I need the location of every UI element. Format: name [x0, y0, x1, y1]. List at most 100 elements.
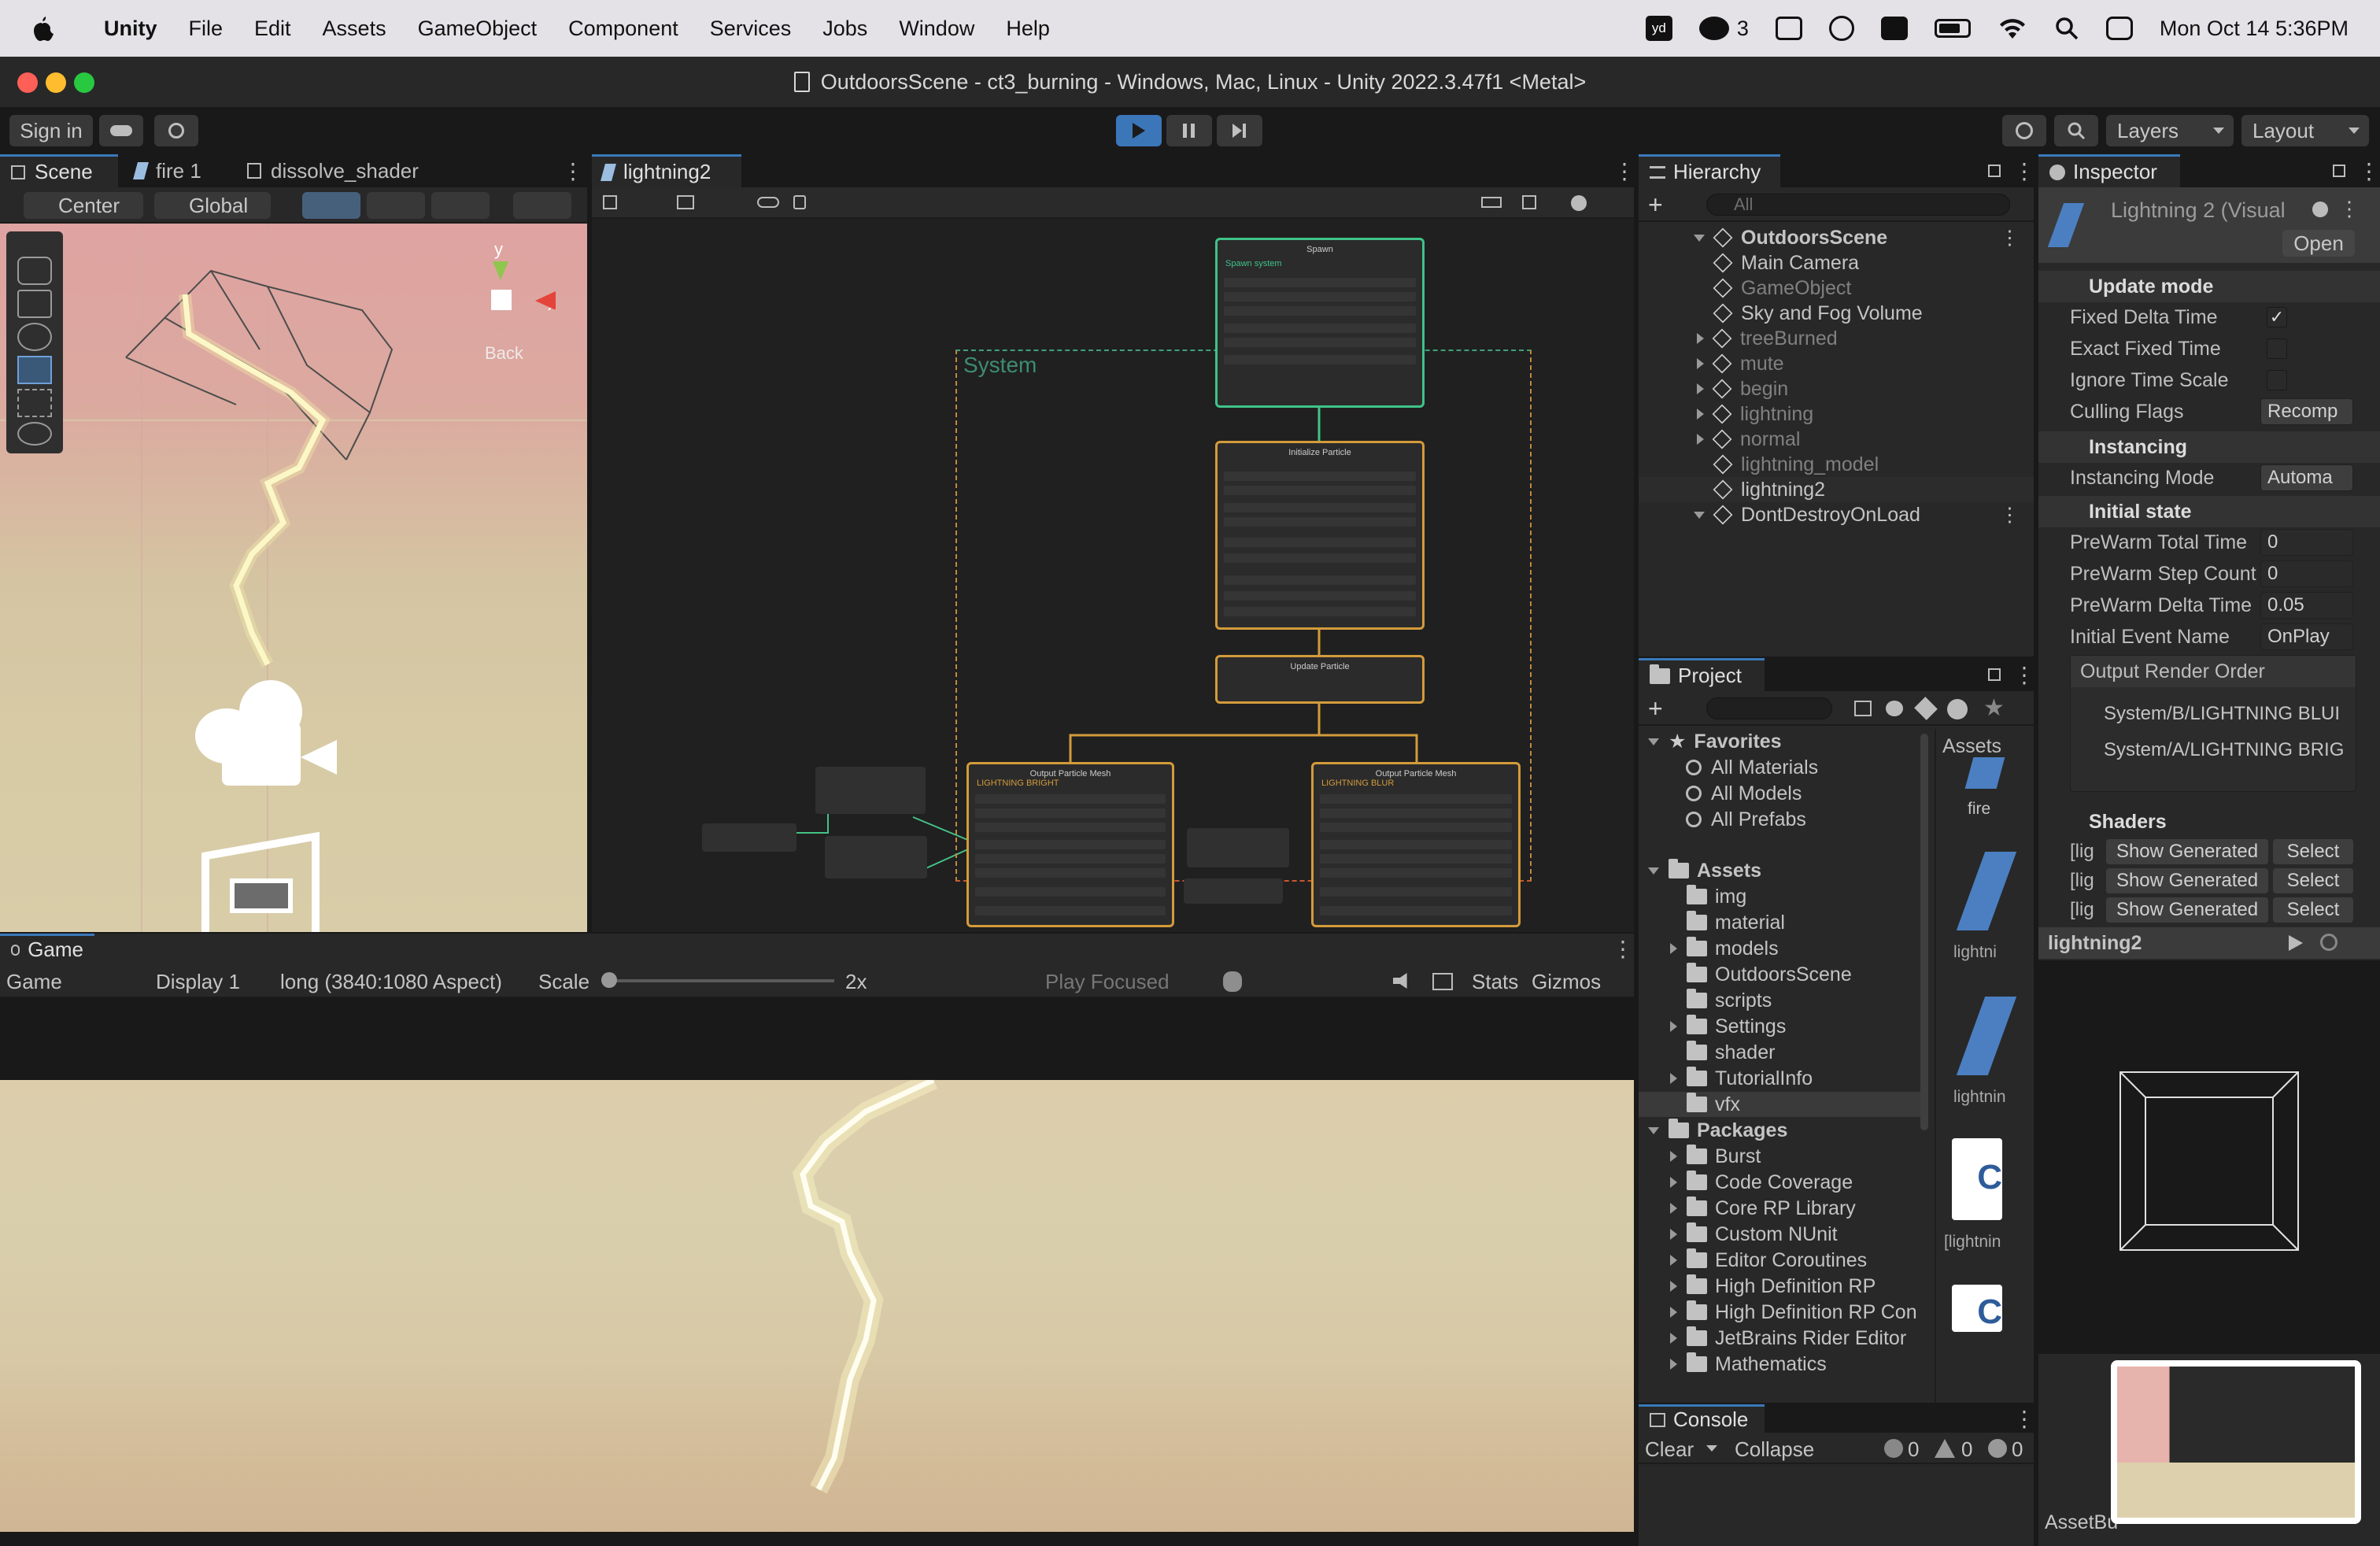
project-breadcrumb[interactable]: Assets: [1942, 735, 2001, 758]
expand-arrow-icon[interactable]: [1694, 234, 1705, 242]
project-tree-item[interactable]: High Definition RP Con: [1639, 1300, 1924, 1325]
hierarchy-item-menu[interactable]: ⋮: [2000, 503, 2020, 527]
blackboard-icon[interactable]: [1481, 197, 1502, 208]
rect-tool-icon[interactable]: [17, 389, 52, 417]
menu-edit[interactable]: Edit: [254, 17, 291, 41]
hierarchy-item[interactable]: DontDestroyOnLoad ⋮: [1639, 502, 2034, 527]
tab-console[interactable]: Console: [1639, 1404, 1765, 1433]
prewarm-total-input[interactable]: 0: [2260, 529, 2353, 556]
warning-filter-icon[interactable]: [1947, 699, 1968, 719]
show-generated-button[interactable]: Show Generated: [2106, 868, 2268, 893]
project-tree-item[interactable]: Burst: [1639, 1144, 1924, 1169]
age-over-lifetime-operator[interactable]: [702, 823, 796, 852]
pivot-rotation-dropdown[interactable]: Global: [154, 192, 271, 219]
age-over-lifetime-operator-2[interactable]: [1184, 878, 1283, 904]
input-method-icon[interactable]: [1880, 17, 1908, 40]
hierarchy-item[interactable]: begin: [1639, 376, 2034, 401]
prewarm-delta-input[interactable]: 0.05: [2260, 592, 2353, 619]
vfx-panel-menu-button[interactable]: ⋮: [1602, 154, 1634, 187]
asset-lightning2-thumbnail[interactable]: [1956, 997, 2017, 1075]
filter-by-type-icon[interactable]: [1854, 701, 1872, 716]
apple-icon[interactable]: [30, 15, 54, 42]
cloud-button[interactable]: [99, 115, 143, 146]
expand-arrow-icon[interactable]: [1670, 1203, 1677, 1214]
scene-panel-menu-button[interactable]: ⋮: [551, 154, 587, 187]
project-tree-item[interactable]: All Materials: [1639, 755, 1924, 780]
spotlight-search-icon[interactable]: [2054, 16, 2079, 41]
initial-event-input[interactable]: OnPlay: [2260, 623, 2353, 650]
battery-icon[interactable]: [1934, 19, 1971, 38]
expand-arrow-icon[interactable]: [1670, 1073, 1677, 1084]
sample-gradient-operator-2[interactable]: [1187, 828, 1289, 867]
favorite-star-icon[interactable]: ★: [1983, 694, 2005, 722]
asset-lightning-thumbnail[interactable]: [1956, 852, 2017, 930]
error-icon[interactable]: [1988, 1439, 2007, 1458]
minimize-window-button[interactable]: [46, 72, 66, 93]
tag-icon[interactable]: [1914, 697, 1938, 720]
update-particle-node[interactable]: Update Particle: [1215, 655, 1425, 704]
expand-arrow-icon[interactable]: [1670, 1333, 1677, 1344]
project-tree-item[interactable]: Settings: [1639, 1014, 1924, 1039]
notion-icon[interactable]: [1775, 17, 1802, 40]
expand-arrow-icon[interactable]: [1670, 1281, 1677, 1292]
expand-arrow-icon[interactable]: [1694, 511, 1705, 519]
render-order-item-a[interactable]: System/A/LIGHTNING BRIG: [2079, 733, 2349, 767]
tab-fire-1[interactable]: fire 1: [124, 154, 213, 187]
sign-in-button[interactable]: Sign in: [9, 115, 93, 146]
asset-fire-thumbnail[interactable]: [1964, 757, 2005, 789]
move-tool-icon[interactable]: [17, 290, 52, 318]
bug-icon[interactable]: [1223, 971, 1242, 992]
increment-snap-dropdown[interactable]: [367, 192, 425, 219]
console-collapse-button[interactable]: Collapse: [1735, 1437, 1814, 1462]
project-tree-item[interactable]: shader: [1639, 1040, 1924, 1065]
control-center-icon[interactable]: [2105, 17, 2133, 40]
culling-flags-dropdown[interactable]: Recomp: [2260, 398, 2353, 425]
filter-by-label-icon[interactable]: [1886, 701, 1903, 716]
preview-viewport[interactable]: [2038, 960, 2380, 1354]
undo-history-button[interactable]: [2002, 115, 2046, 146]
expand-arrow-icon[interactable]: [1670, 1307, 1677, 1318]
play-preview-icon[interactable]: [2289, 935, 2303, 951]
menu-services[interactable]: Services: [710, 17, 792, 41]
expand-arrow-icon[interactable]: [1697, 409, 1704, 420]
menu-jobs[interactable]: Jobs: [822, 17, 867, 41]
help-icon[interactable]: [1571, 195, 1587, 211]
inspector-menu-button[interactable]: ⋮: [2347, 154, 2380, 187]
expand-arrow-icon[interactable]: [1670, 1177, 1677, 1188]
volume-icon[interactable]: [186, 827, 343, 932]
scale-tool-icon[interactable]: [17, 356, 52, 384]
grid-visibility-dropdown[interactable]: [431, 192, 490, 219]
project-search-input[interactable]: [1706, 697, 1832, 719]
render-order-item-b[interactable]: System/B/LIGHTNING BLUI: [2079, 697, 2349, 731]
expand-arrow-icon[interactable]: [1670, 1021, 1677, 1032]
tab-hierarchy[interactable]: Hierarchy: [1639, 154, 1780, 187]
transform-tool-icon[interactable]: [17, 422, 52, 446]
game-viewport[interactable]: [0, 1080, 1634, 1532]
menu-window[interactable]: Window: [899, 17, 974, 41]
warning-icon[interactable]: [1935, 1439, 1955, 1458]
ignore-scale-checkbox[interactable]: [2267, 370, 2287, 390]
project-tree-item[interactable]: All Models: [1639, 781, 1924, 806]
project-scrollbar[interactable]: [1920, 734, 1928, 1130]
link-icon[interactable]: [757, 197, 779, 208]
spawn-context-node[interactable]: Spawn Spawn system: [1215, 238, 1425, 408]
expand-arrow-icon[interactable]: [1670, 943, 1677, 954]
menu-help[interactable]: Help: [1006, 17, 1050, 41]
prewarm-step-input[interactable]: 0: [2260, 560, 2353, 587]
expand-arrow-icon[interactable]: [1697, 358, 1704, 369]
search-button[interactable]: [2054, 115, 2098, 146]
project-tree-item[interactable]: High Definition RP: [1639, 1274, 1924, 1299]
close-window-button[interactable]: [17, 72, 38, 93]
maximize-window-button[interactable]: [74, 72, 94, 93]
console-menu-button[interactable]: ⋮: [2002, 1404, 2034, 1433]
play-button[interactable]: [1116, 115, 1162, 146]
project-tree-item[interactable]: material: [1639, 910, 1924, 935]
camera-icon[interactable]: [195, 680, 345, 790]
pivot-mode-dropdown[interactable]: Center: [24, 192, 143, 219]
project-tree-item[interactable]: scripts: [1639, 988, 1924, 1013]
play-focused-dropdown[interactable]: Play Focused: [1045, 968, 1214, 995]
tab-project[interactable]: Project: [1639, 658, 1765, 691]
display-dropdown[interactable]: Display 1: [156, 968, 272, 995]
scale-slider[interactable]: [601, 972, 834, 988]
lock-icon[interactable]: [793, 195, 806, 209]
